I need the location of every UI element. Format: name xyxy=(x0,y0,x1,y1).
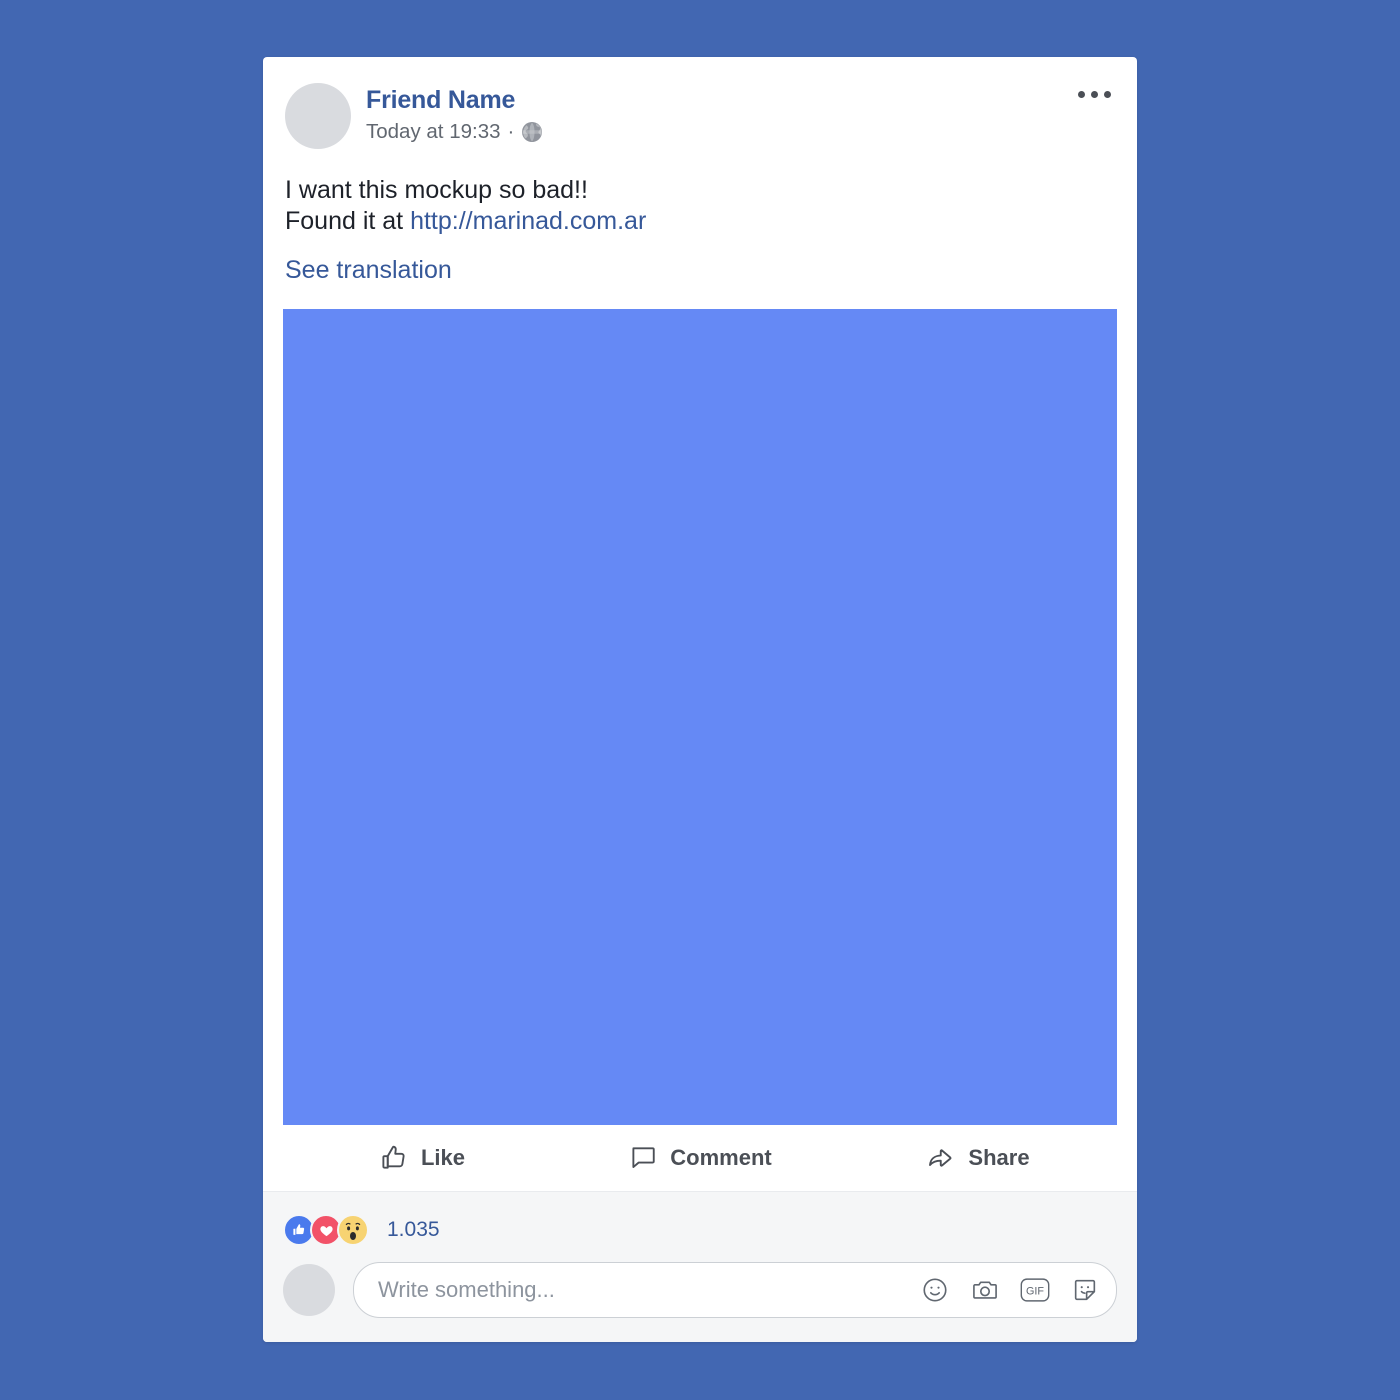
reaction-badges[interactable] xyxy=(283,1214,369,1246)
ellipsis-icon-dot xyxy=(1104,91,1111,98)
sticker-icon[interactable] xyxy=(1068,1273,1102,1307)
reaction-wow-icon xyxy=(337,1214,369,1246)
post-timestamp[interactable]: Today at 19:33 xyxy=(366,120,501,144)
post-header-text: Friend Name Today at 19:33 · xyxy=(366,83,543,144)
post-meta: Today at 19:33 · xyxy=(366,120,543,144)
share-button-label: Share xyxy=(968,1145,1030,1170)
post-message-line-2: Found it at http://marinad.com.ar xyxy=(285,206,1115,237)
ellipsis-icon-dot xyxy=(1091,91,1098,98)
post-footer: 1.035 Write something... GIF xyxy=(263,1192,1137,1342)
like-button[interactable]: Like xyxy=(283,1125,561,1191)
meta-separator: · xyxy=(507,120,515,143)
facebook-post-card: Friend Name Today at 19:33 · I want this… xyxy=(263,57,1137,1342)
comment-input[interactable] xyxy=(378,1277,906,1303)
comment-button[interactable]: Comment xyxy=(561,1125,839,1191)
svg-text:GIF: GIF xyxy=(1026,1286,1044,1298)
post-options-button[interactable] xyxy=(1074,85,1115,104)
post-header: Friend Name Today at 19:33 · xyxy=(263,57,1137,149)
image-placeholder[interactable] xyxy=(283,309,1117,1125)
post-message: I want this mockup so bad!! Found it at … xyxy=(285,175,1115,237)
composer-avatar[interactable] xyxy=(283,1264,335,1316)
globe-icon[interactable] xyxy=(521,121,543,143)
see-translation-link[interactable]: See translation xyxy=(285,255,452,285)
share-button[interactable]: Share xyxy=(839,1125,1117,1191)
ellipsis-icon-dot xyxy=(1078,91,1085,98)
comment-composer: GIF xyxy=(283,1262,1117,1342)
comment-bubble-icon xyxy=(628,1143,658,1173)
post-link[interactable]: http://marinad.com.ar xyxy=(410,207,646,235)
comment-button-label: Comment xyxy=(670,1145,772,1170)
post-body: I want this mockup so bad!! Found it at … xyxy=(263,149,1137,285)
composer-icons: GIF xyxy=(906,1273,1102,1307)
share-arrow-icon xyxy=(926,1143,956,1173)
thumbs-up-icon xyxy=(379,1143,409,1173)
reactions-row: 1.035 xyxy=(283,1192,1117,1262)
post-action-bar: Like Comment Share xyxy=(263,1125,1137,1192)
page-background: Friend Name Today at 19:33 · I want this… xyxy=(0,0,1400,1400)
post-attachment xyxy=(263,285,1137,1125)
comment-input-wrap[interactable]: GIF xyxy=(353,1262,1117,1318)
emoji-icon[interactable] xyxy=(918,1273,952,1307)
camera-icon[interactable] xyxy=(968,1273,1002,1307)
post-message-line-1: I want this mockup so bad!! xyxy=(285,176,588,204)
gif-icon[interactable]: GIF xyxy=(1018,1273,1052,1307)
reaction-count[interactable]: 1.035 xyxy=(387,1218,440,1242)
author-name[interactable]: Friend Name xyxy=(366,85,543,115)
like-button-label: Like xyxy=(420,1145,466,1170)
author-avatar[interactable] xyxy=(285,83,351,149)
post-message-prefix: Found it at xyxy=(285,207,411,235)
